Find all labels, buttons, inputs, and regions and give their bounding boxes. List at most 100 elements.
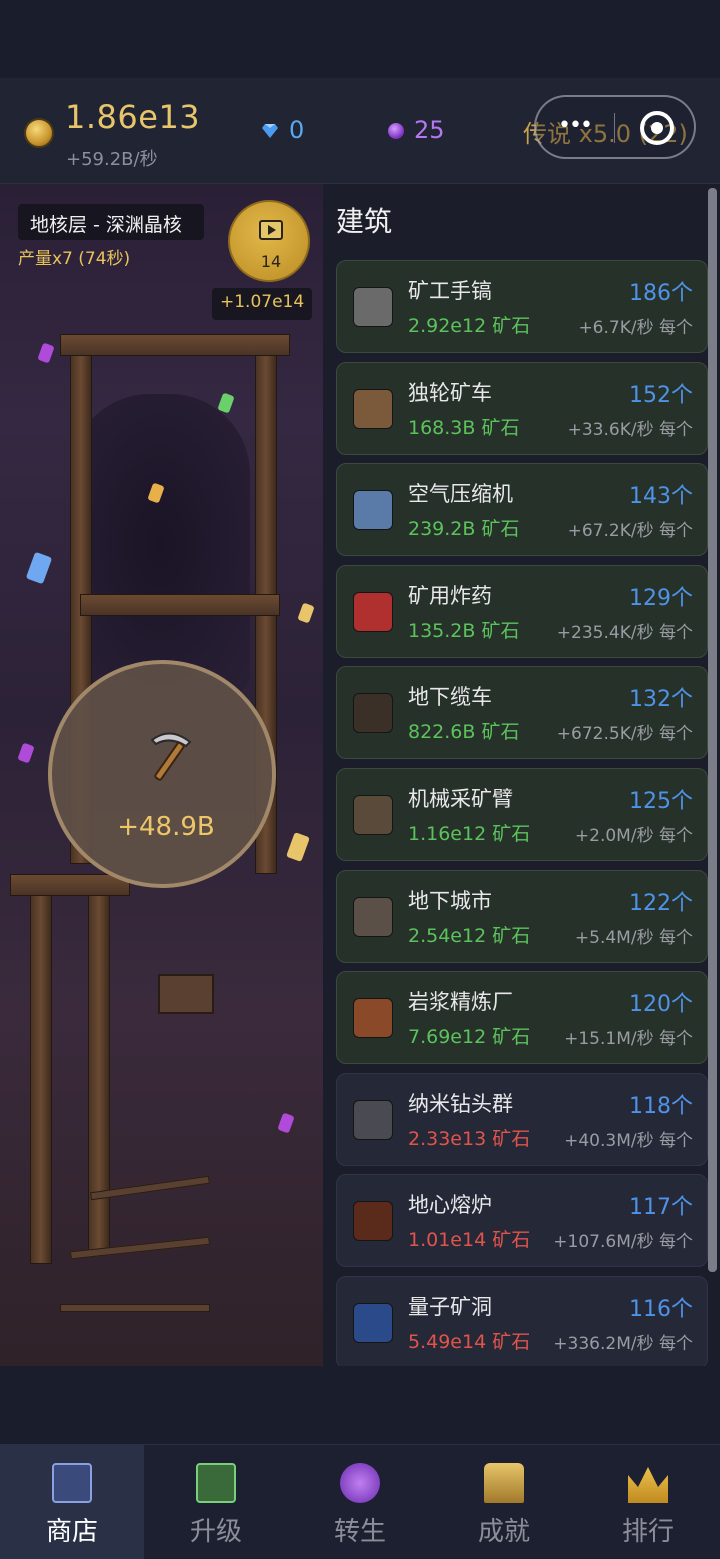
building-rate: +6.7K/秒 每个 <box>578 318 693 338</box>
furnace-icon <box>353 1201 393 1242</box>
building-count: 117个 <box>629 1195 693 1221</box>
building-cost: 135.2B 矿石 <box>408 619 520 642</box>
scrollbar[interactable] <box>708 188 717 1272</box>
prestige-orb-icon <box>388 123 404 139</box>
mine-click-button[interactable]: +48.9B <box>48 660 276 888</box>
building-card[interactable]: 地下缆车 822.6B 矿石 132个 +672.5K/秒 每个 <box>336 666 708 760</box>
prestige-orb-count: 25 <box>414 116 445 144</box>
gold-coin-icon <box>24 118 54 148</box>
building-name: 独轮矿车 <box>408 380 492 405</box>
crown-icon <box>628 1467 668 1503</box>
city-icon <box>353 896 393 937</box>
refinery-icon <box>353 998 393 1039</box>
tab-label: 排行 <box>621 1517 674 1547</box>
building-list: 矿工手镐 2.92e12 矿石 186个 +6.7K/秒 每个独轮矿车 168.3B 矿… <box>336 260 708 1378</box>
upgrade-arrow-icon <box>196 1463 236 1503</box>
tab-label: 升级 <box>189 1517 242 1547</box>
building-rate: +672.5K/秒 每个 <box>556 724 693 745</box>
status-bar-area <box>0 0 720 78</box>
building-cost: 5.49e14 矿石 <box>408 1330 531 1353</box>
building-count: 129个 <box>629 585 693 611</box>
ad-count: 14 <box>260 252 282 271</box>
crystal <box>37 342 55 364</box>
drill-swarm-icon <box>353 1099 393 1140</box>
crystal <box>297 602 315 624</box>
mini-program-capsule: ••• <box>534 95 696 159</box>
building-count: 125个 <box>629 788 693 814</box>
shop-cart-icon <box>52 1463 92 1503</box>
building-rate: +5.4M/秒 每个 <box>574 927 693 948</box>
building-cost: 7.69e12 矿石 <box>408 1026 531 1049</box>
building-name: 地心熔炉 <box>408 1193 492 1218</box>
capsule-divider <box>614 113 615 143</box>
panel-title: 建筑 <box>336 205 393 238</box>
crystal <box>25 551 53 585</box>
click-gain: +48.9B <box>117 812 215 842</box>
building-cost: 1.01e14 矿石 <box>408 1229 531 1252</box>
production-boost: 产量x7 (74秒) <box>18 249 131 269</box>
trophy-icon <box>484 1463 524 1503</box>
building-cost: 1.16e12 矿石 <box>408 822 531 845</box>
building-name: 岩浆精炼厂 <box>408 990 513 1015</box>
wood-beam <box>60 334 290 356</box>
ad-reward-amount: +1.07e14 <box>212 288 313 320</box>
tab-4[interactable]: 排行 <box>576 1445 720 1559</box>
tab-label: 商店 <box>45 1517 98 1547</box>
building-card[interactable]: 矿用炸药 135.2B 矿石 129个 +235.4K/秒 每个 <box>336 564 708 658</box>
bottom-tab-bar: 商店 升级 转生 成就 排行 <box>0 1444 720 1559</box>
building-count: 186个 <box>629 281 693 306</box>
building-card[interactable]: 岩浆精炼厂 7.69e12 矿石 120个 +15.1M/秒 每个 <box>336 971 708 1065</box>
building-name: 地下缆车 <box>408 685 492 710</box>
building-cost: 822.6B 矿石 <box>408 721 520 744</box>
building-count: 152个 <box>629 382 693 408</box>
mine-cart <box>158 974 214 1014</box>
gold-rate: +59.2B/秒 <box>66 149 158 170</box>
building-rate: +40.3M/秒 每个 <box>564 1130 693 1151</box>
pickaxe-icon <box>150 732 192 781</box>
dynamite-icon <box>353 591 393 632</box>
more-menu-icon[interactable]: ••• <box>558 113 593 138</box>
close-target-icon[interactable] <box>640 111 674 145</box>
tab-2[interactable]: 转生 <box>288 1445 432 1559</box>
layer-name: 地核层 - 深渊晶核 <box>18 204 204 240</box>
building-card[interactable]: 空气压缩机 239.2B 矿石 143个 +67.2K/秒 每个 <box>336 463 708 557</box>
building-card[interactable]: 地下城市 2.54e12 矿石 122个 +5.4M/秒 每个 <box>336 869 708 963</box>
building-card[interactable]: 机械采矿臂 1.16e12 矿石 125个 +2.0M/秒 每个 <box>336 767 708 861</box>
portal-icon <box>353 1302 393 1343</box>
compressor-icon <box>353 490 393 531</box>
video-icon <box>259 220 283 240</box>
wood-beam <box>80 594 280 616</box>
building-card[interactable]: 地心熔炉 1.01e14 矿石 117个 +107.6M/秒 每个 <box>336 1174 708 1268</box>
crystal <box>286 832 310 862</box>
diamond-icon <box>262 124 278 138</box>
wood-beam <box>30 884 52 1264</box>
building-rate: +235.4K/秒 每个 <box>556 622 693 643</box>
tab-0[interactable]: 商店 <box>0 1445 144 1559</box>
building-card[interactable]: 量子矿洞 5.49e14 矿石 116个 +336.2M/秒 每个 <box>336 1275 708 1369</box>
cave-tunnel <box>70 394 250 694</box>
building-rate: +15.1M/秒 每个 <box>564 1029 693 1050</box>
building-cost: 168.3B 矿石 <box>408 416 520 439</box>
crystal <box>17 742 35 764</box>
building-card[interactable]: 独轮矿车 168.3B 矿石 152个 +33.6K/秒 每个 <box>336 361 708 455</box>
crystal <box>217 392 235 414</box>
building-card[interactable]: 纳米钻头群 2.33e13 矿石 118个 +40.3M/秒 每个 <box>336 1072 708 1166</box>
tab-1[interactable]: 升级 <box>144 1445 288 1559</box>
building-rate: +67.2K/秒 每个 <box>567 521 693 542</box>
building-name: 矿工手镐 <box>408 279 492 303</box>
building-count: 143个 <box>629 484 693 510</box>
cable-car-icon <box>353 693 393 734</box>
building-cost: 2.92e12 矿石 <box>408 315 531 337</box>
building-name: 机械采矿臂 <box>408 786 513 811</box>
building-name: 纳米钻头群 <box>408 1091 513 1116</box>
building-rate: +2.0M/秒 每个 <box>574 825 693 846</box>
building-count: 116个 <box>629 1296 693 1322</box>
building-cost: 239.2B 矿石 <box>408 518 520 541</box>
building-rate: +336.2M/秒 每个 <box>553 1333 693 1354</box>
building-name: 地下城市 <box>408 888 492 913</box>
tab-label: 转生 <box>333 1517 386 1547</box>
rail-track <box>60 1304 210 1312</box>
tab-3[interactable]: 成就 <box>432 1445 576 1559</box>
ad-reward-button[interactable]: 14 <box>228 200 310 282</box>
building-card[interactable]: 矿工手镐 2.92e12 矿石 186个 +6.7K/秒 每个 <box>336 260 708 353</box>
